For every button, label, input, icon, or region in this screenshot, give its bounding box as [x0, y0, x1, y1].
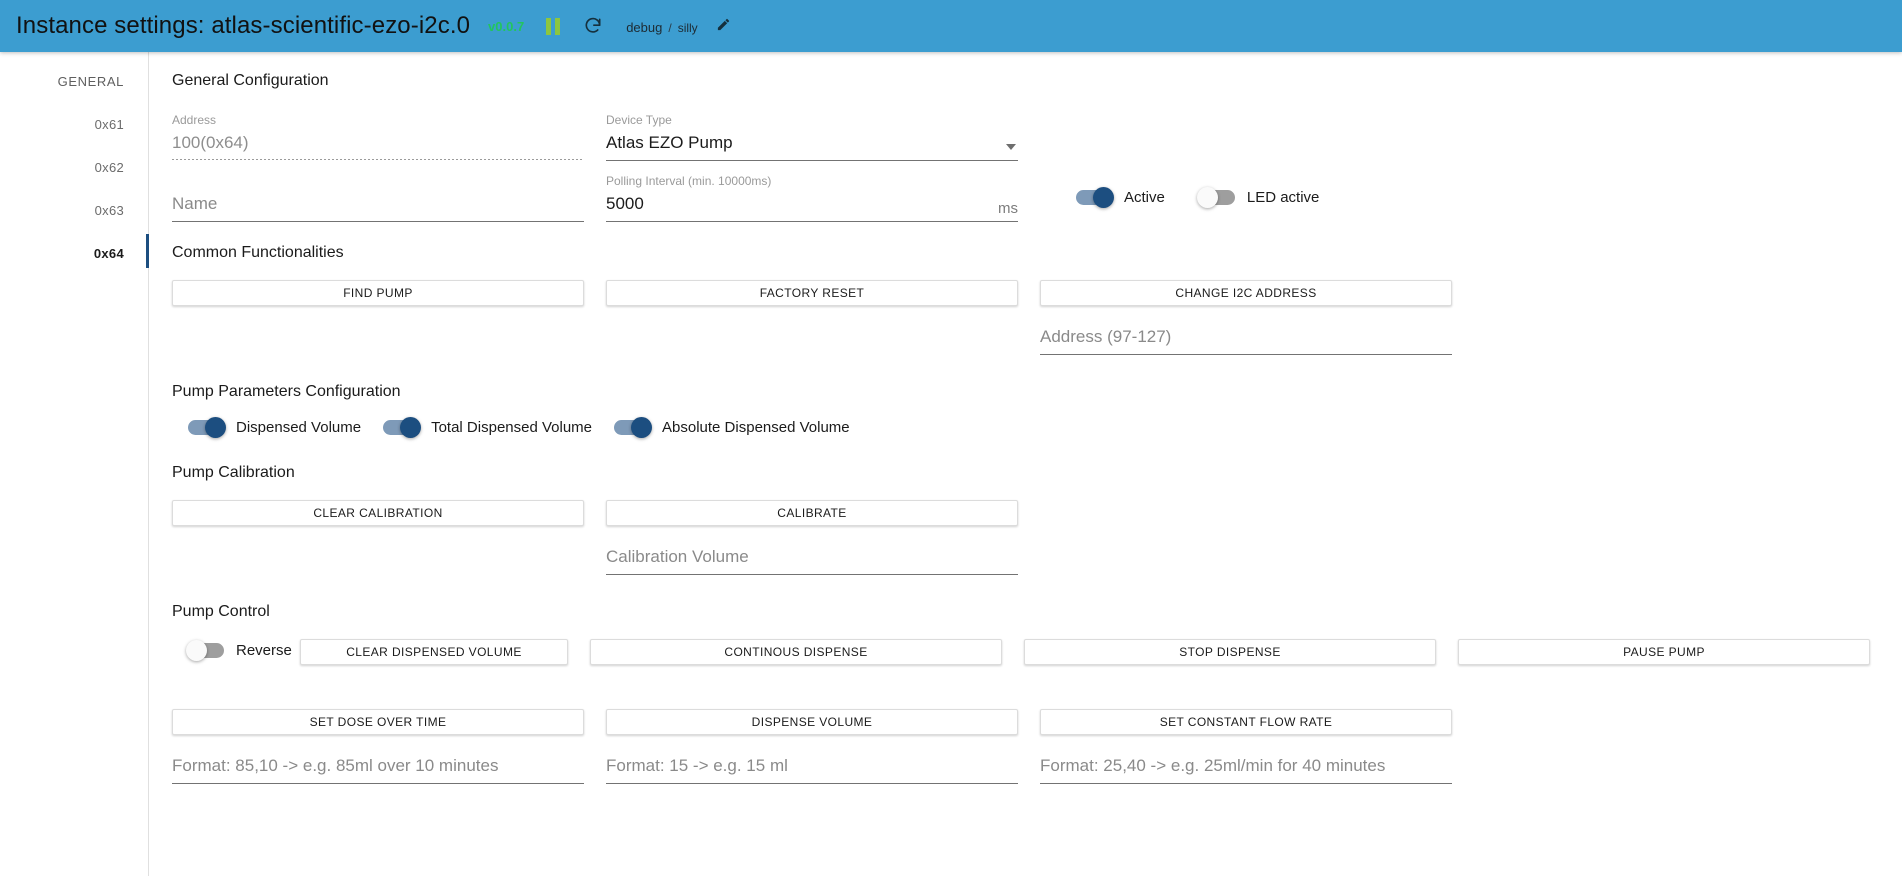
sidebar-item-0x62[interactable]: 0x62 — [0, 146, 148, 189]
continous-dispense-button[interactable]: CONTINOUS DISPENSE — [590, 639, 1002, 665]
pencil-icon[interactable] — [716, 17, 731, 35]
factory-reset-button[interactable]: FACTORY RESET — [606, 280, 1018, 306]
pump-control-row-2: SET DOSE OVER TIME DISPENSE VOLUME SET C… — [172, 709, 1902, 735]
dispensed-volume-switch[interactable] — [188, 417, 226, 438]
address-value: 100(0x64) — [172, 130, 584, 160]
constant-flow-rate-placeholder: Format: 25,40 -> e.g. 25ml/min for 40 mi… — [1040, 753, 1452, 784]
sidebar: GENERAL 0x61 0x62 0x63 0x64 — [0, 52, 149, 876]
common-functionalities-title: Common Functionalities — [172, 244, 344, 261]
change-i2c-address-button[interactable]: CHANGE I2C ADDRESS — [1040, 280, 1452, 306]
dispensed-volume-label: Dispensed Volume — [236, 419, 362, 436]
reverse-toggle-label: Reverse — [236, 641, 292, 659]
settings-content: General Configuration Address 100(0x64) … — [150, 52, 1902, 876]
active-toggle-switch[interactable] — [1076, 187, 1114, 208]
name-field[interactable]: Name — [172, 173, 584, 222]
chevron-down-icon[interactable] — [1006, 144, 1016, 150]
calibration-volume-input[interactable]: Calibration Volume — [606, 544, 1018, 575]
general-config-row-1: Address 100(0x64) Device Type Atlas EZO … — [172, 112, 1902, 161]
device-type-select[interactable]: Device Type Atlas EZO Pump — [606, 112, 1018, 161]
dose-over-time-input[interactable]: Format: 85,10 -> e.g. 85ml over 10 minut… — [172, 753, 584, 784]
common-buttons-row: FIND PUMP FACTORY RESET CHANGE I2C ADDRE… — [172, 280, 1902, 306]
polling-interval-value: 5000 — [606, 191, 1018, 222]
clear-calibration-button[interactable]: CLEAR CALIBRATION — [172, 500, 584, 526]
led-active-toggle[interactable]: LED active — [1196, 187, 1320, 208]
app-header-bar: Instance settings: atlas-scientific-ezo-… — [0, 0, 1902, 52]
calibrate-button[interactable]: CALIBRATE — [606, 500, 1018, 526]
general-toggles: Active LED active — [1076, 187, 1320, 208]
pause-pump-button[interactable]: PAUSE PUMP — [1458, 639, 1870, 665]
total-dispensed-volume-switch[interactable] — [383, 417, 422, 438]
reverse-toggle[interactable]: Reverse — [186, 639, 292, 661]
pump-calibration-title: Pump Calibration — [172, 464, 295, 481]
version-badge: v0.0.7 — [488, 18, 525, 34]
common-address-row: Address (97-127) — [172, 324, 1902, 355]
total-dispensed-volume-toggle[interactable]: Total Dispensed Volume — [383, 417, 593, 438]
name-label — [172, 173, 584, 189]
active-toggle[interactable]: Active — [1076, 187, 1165, 208]
pump-control-row-3: Format: 85,10 -> e.g. 85ml over 10 minut… — [172, 753, 1902, 784]
dispense-volume-input[interactable]: Format: 15 -> e.g. 15 ml — [606, 753, 1018, 784]
led-active-toggle-switch[interactable] — [1196, 187, 1235, 208]
address-field: Address 100(0x64) — [172, 112, 584, 160]
sidebar-item-0x64[interactable]: 0x64 — [0, 232, 149, 275]
absolute-dispensed-volume-label: Absolute Dispensed Volume — [662, 419, 850, 436]
calibration-input-row: Calibration Volume — [172, 544, 1902, 575]
device-type-label: Device Type — [606, 113, 672, 127]
calibration-volume-placeholder: Calibration Volume — [606, 544, 1018, 575]
general-config-row-2: Name Polling Interval (min. 10000ms) 500… — [172, 173, 1902, 222]
led-active-toggle-label: LED active — [1246, 189, 1320, 206]
general-configuration-title: General Configuration — [172, 72, 329, 89]
find-pump-button[interactable]: FIND PUMP — [172, 280, 584, 306]
i2c-address-placeholder: Address (97-127) — [1040, 324, 1452, 355]
active-toggle-label: Active — [1124, 189, 1165, 206]
set-dose-over-time-button[interactable]: SET DOSE OVER TIME — [172, 709, 584, 735]
stop-dispense-button[interactable]: STOP DISPENSE — [1024, 639, 1436, 665]
pump-parameters-toggles: Dispensed Volume Total Dispensed Volume … — [172, 417, 1902, 438]
sidebar-item-0x63[interactable]: 0x63 — [0, 189, 148, 232]
log-separator: / — [668, 21, 672, 35]
reverse-toggle-switch[interactable] — [186, 639, 224, 661]
name-placeholder: Name — [172, 191, 584, 222]
absolute-dispensed-volume-switch[interactable] — [614, 417, 653, 438]
polling-interval-unit: ms — [998, 200, 1018, 217]
polling-interval-field[interactable]: Polling Interval (min. 10000ms) 5000 ms — [606, 173, 1018, 222]
log-source-label: debug — [626, 20, 663, 35]
dispense-volume-placeholder: Format: 15 -> e.g. 15 ml — [606, 753, 1018, 784]
device-type-value: Atlas EZO Pump — [606, 130, 1018, 161]
sidebar-item-0x61[interactable]: 0x61 — [0, 103, 148, 146]
page-title: Instance settings: atlas-scientific-ezo-… — [16, 12, 471, 39]
total-dispensed-volume-label: Total Dispensed Volume — [431, 419, 593, 436]
polling-interval-label: Polling Interval (min. 10000ms) — [606, 174, 772, 188]
absolute-dispensed-volume-toggle[interactable]: Absolute Dispensed Volume — [614, 417, 850, 438]
set-constant-flow-rate-button[interactable]: SET CONSTANT FLOW RATE — [1040, 709, 1452, 735]
dose-over-time-placeholder: Format: 85,10 -> e.g. 85ml over 10 minut… — [172, 753, 584, 784]
pause-icon[interactable] — [542, 15, 564, 37]
address-label: Address — [172, 113, 217, 127]
clear-dispensed-volume-button[interactable]: CLEAR DISPENSED VOLUME — [300, 639, 568, 665]
pump-parameters-title: Pump Parameters Configuration — [172, 383, 401, 400]
sidebar-header: GENERAL — [57, 74, 124, 89]
i2c-address-input[interactable]: Address (97-127) — [1040, 324, 1452, 355]
refresh-icon[interactable] — [582, 15, 604, 37]
log-level-control[interactable]: debug / silly — [626, 17, 731, 35]
pump-control-row-1: Reverse CLEAR DISPENSED VOLUME CONTINOUS… — [172, 639, 1902, 665]
pump-control-title: Pump Control — [172, 603, 270, 620]
calibration-buttons-row: CLEAR CALIBRATION CALIBRATE — [172, 500, 1902, 526]
dispensed-volume-toggle[interactable]: Dispensed Volume — [188, 417, 362, 438]
log-level-label: silly — [677, 21, 698, 35]
constant-flow-rate-input[interactable]: Format: 25,40 -> e.g. 25ml/min for 40 mi… — [1040, 753, 1452, 784]
dispense-volume-button[interactable]: DISPENSE VOLUME — [606, 709, 1018, 735]
